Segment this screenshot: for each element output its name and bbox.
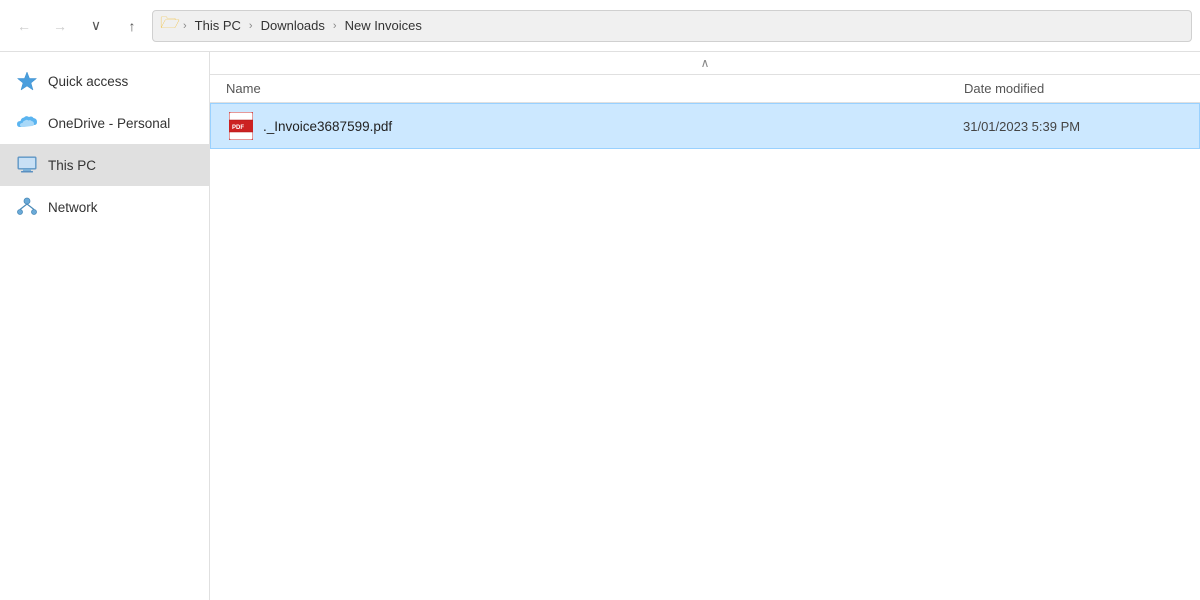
svg-text:PDF: PDF (232, 125, 244, 131)
sidebar-label-quick-access: Quick access (48, 74, 128, 89)
sidebar-item-quick-access[interactable]: Quick access (0, 60, 209, 102)
dropdown-button[interactable]: ∨ (80, 10, 112, 42)
back-button[interactable]: ← (8, 10, 40, 42)
sidebar-item-network[interactable]: Network (0, 186, 209, 228)
breadcrumb-separator-2: › (333, 20, 337, 32)
back-icon: ← (17, 18, 31, 34)
sort-bar[interactable]: ∧ (210, 52, 1200, 75)
sort-up-arrow[interactable]: ∧ (701, 56, 710, 70)
table-row[interactable]: PDF ._Invoice3687599.pdf 31/01/2023 5:39… (210, 103, 1200, 149)
file-date-modified: 31/01/2023 5:39 PM (963, 119, 1183, 134)
cloud-icon (16, 112, 38, 134)
star-icon (16, 70, 38, 92)
breadcrumb-separator-0: › (183, 20, 187, 32)
header-date-modified[interactable]: Date modified (964, 81, 1184, 96)
file-list-header: Name Date modified (210, 75, 1200, 103)
nav-bar: ← → ∨ ↑ 🗁 › This PC › Downloads › New In… (0, 0, 1200, 52)
sidebar: Quick access OneDrive - Personal (0, 52, 210, 600)
breadcrumb-separator-1: › (249, 20, 253, 32)
sidebar-label-this-pc: This PC (48, 158, 96, 173)
folder-icon: 🗁 (161, 17, 179, 35)
main-area: Quick access OneDrive - Personal (0, 52, 1200, 600)
dropdown-icon: ∨ (91, 17, 101, 34)
up-button[interactable]: ↑ (116, 10, 148, 42)
sidebar-label-onedrive: OneDrive - Personal (48, 116, 170, 131)
sidebar-item-this-pc[interactable]: This PC (0, 144, 209, 186)
up-icon: ↑ (129, 18, 136, 34)
pdf-file-icon: PDF (227, 112, 255, 140)
header-name[interactable]: Name (226, 81, 964, 96)
computer-icon (16, 154, 38, 176)
file-name: ._Invoice3687599.pdf (263, 119, 963, 134)
network-icon (16, 196, 38, 218)
file-area: ∧ Name Date modified PDF ._Invoice368759… (210, 52, 1200, 600)
forward-button[interactable]: → (44, 10, 76, 42)
forward-icon: → (53, 18, 67, 34)
breadcrumb-new-invoices[interactable]: New Invoices (341, 16, 426, 35)
breadcrumb-this-pc[interactable]: This PC (191, 16, 245, 35)
sidebar-item-onedrive[interactable]: OneDrive - Personal (0, 102, 209, 144)
breadcrumb-downloads[interactable]: Downloads (257, 16, 329, 35)
breadcrumb[interactable]: 🗁 › This PC › Downloads › New Invoices (152, 10, 1192, 42)
sidebar-label-network: Network (48, 200, 98, 215)
